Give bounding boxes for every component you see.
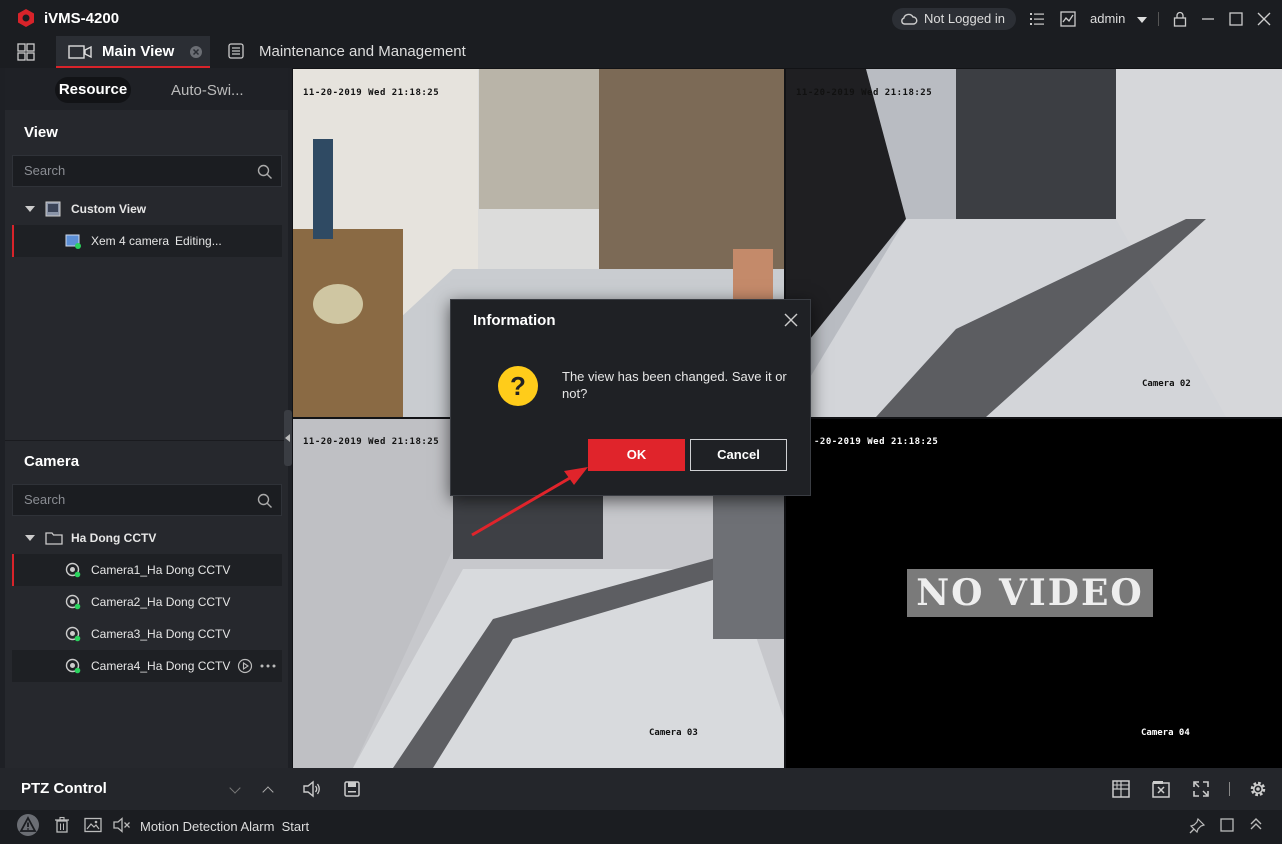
lock-icon[interactable] [1171,10,1189,28]
camera-icon [65,626,81,642]
dialog-title: Information [473,312,556,329]
mute-icon[interactable] [113,817,131,833]
search-icon[interactable] [257,493,273,509]
status-alarm-text: Motion Detection Alarm Start [140,819,310,834]
tab-main-view-label: Main View [102,43,175,60]
camera-item-3[interactable]: Camera3_Ha Dong CCTV [12,618,282,650]
fullscreen-icon[interactable] [1191,779,1211,799]
view-folder-icon [45,201,61,217]
view-search-placeholder: Search [24,163,66,178]
tab-main-view[interactable]: Main View [56,36,210,68]
video-window-2[interactable]: 11-20-2019 Wed 21:18:25 Camera 02 [786,69,1282,417]
dialog-message: The view has been changed. Save it or no… [562,369,787,401]
camera-group-label: Ha Dong CCTV [71,531,157,545]
alarm-warning-icon[interactable] [16,813,40,837]
no-video-banner: NO VIDEO [907,569,1153,617]
dialog-close-icon[interactable] [783,312,799,328]
custom-view-label: Custom View [71,202,147,216]
trash-icon[interactable] [54,816,70,834]
custom-view-group[interactable]: Custom View [12,193,282,225]
tab-auto-switch[interactable]: Auto-Swi... [171,82,244,99]
login-status-button[interactable]: Not Logged in [892,8,1016,30]
video-window-4[interactable]: -20-2019 Wed 21:18:25 NO VIDEO Camera 04 [786,419,1282,768]
tab-resource[interactable]: Resource [55,77,131,103]
video-camera-icon [68,45,92,59]
camera-group-ha-dong[interactable]: Ha Dong CCTV [12,522,282,554]
cancel-button[interactable]: Cancel [690,439,787,471]
user-name: admin [1090,11,1126,26]
tab-close-icon[interactable] [189,45,203,59]
speaker-icon[interactable] [302,780,322,798]
app-logo-icon [18,9,34,27]
resource-sidebar: Resource Auto-Swi... View Search Custom … [5,68,288,768]
ptz-control-label[interactable]: PTZ Control [21,780,107,797]
camera-3-name: Camera 03 [649,728,698,738]
toolbar-divider [1229,782,1230,796]
double-chevron-up-icon[interactable] [1248,816,1264,832]
task-list-icon[interactable] [1028,10,1046,28]
camera-2-timestamp: 11-20-2019 Wed 21:18:25 [796,88,933,98]
question-icon: ? [498,366,538,406]
view-section-title: View [24,124,58,141]
stop-all-icon[interactable] [1151,779,1171,799]
titlebar-divider [1158,12,1159,26]
camera-item-label: Camera3_Ha Dong CCTV [91,627,231,641]
settings-gear-icon[interactable] [1248,779,1268,799]
close-icon[interactable] [1255,10,1273,28]
camera-icon [65,658,81,674]
login-status-label: Not Logged in [924,11,1005,26]
pin-icon[interactable] [1188,817,1206,835]
restore-window-icon[interactable] [1219,817,1235,833]
camera-icon [65,562,81,578]
camera-item-4[interactable]: Camera4_Ha Dong CCTV [12,650,282,682]
app-title: iVMS-4200 [44,10,120,27]
view-item-icon [65,234,81,249]
minimize-icon[interactable] [1199,10,1217,28]
camera-icon [65,594,81,610]
red-arrow-icon [471,467,588,537]
camera-search-input[interactable]: Search [12,484,282,516]
cloud-icon [901,13,918,25]
search-icon[interactable] [257,164,273,180]
camera-3-timestamp: 11-20-2019 Wed 21:18:25 [303,437,440,447]
sidebar-tabs: Resource Auto-Swi... [5,68,288,110]
maximize-icon[interactable] [1227,10,1245,28]
user-menu[interactable]: admin [1090,11,1148,26]
expand-caret-icon[interactable] [25,535,35,541]
view-item-status: Editing... [175,234,222,248]
view-search-input[interactable]: Search [12,155,282,187]
ok-button[interactable]: OK [588,439,685,471]
more-options-icon[interactable] [259,663,277,669]
camera-1-timestamp: 11-20-2019 Wed 21:18:25 [303,88,440,98]
chevron-left-icon [285,434,290,442]
camera-item-label: Camera4_Ha Dong CCTV [91,659,231,673]
view-item-name: Xem 4 camera [91,234,170,248]
tab-maintenance-management[interactable]: Maintenance and Management [259,43,466,60]
camera-2-feed [786,69,1282,417]
play-icon[interactable] [237,658,253,674]
monitor-chart-icon[interactable] [1059,10,1077,28]
window-layout-icon[interactable] [1111,779,1131,799]
camera-item-2[interactable]: Camera2_Ha Dong CCTV [12,586,282,618]
folder-icon [45,532,63,545]
camera-section-title: Camera [24,453,80,470]
camera-search-placeholder: Search [24,492,66,507]
camera-2-name: Camera 02 [1142,379,1191,389]
chevron-down-icon [1137,16,1148,23]
section-divider [5,440,288,441]
view-item-xem-4-camera[interactable]: Xem 4 camera Editing... [12,225,282,257]
camera-item-1[interactable]: Camera1_Ha Dong CCTV [12,554,282,586]
camera-4-name: Camera 04 [1141,728,1190,738]
camera-4-timestamp: -20-2019 Wed 21:18:25 [814,437,939,447]
bottom-toolbar [0,768,1282,810]
maintenance-icon[interactable] [227,42,245,60]
save-icon[interactable] [343,780,361,798]
camera-item-label: Camera2_Ha Dong CCTV [91,595,231,609]
sidebar-collapse-handle[interactable] [284,410,292,466]
app-grid-icon[interactable] [17,43,35,61]
expand-caret-icon[interactable] [25,206,35,212]
camera-item-label: Camera1_Ha Dong CCTV [91,563,231,577]
picture-icon[interactable] [84,817,102,833]
